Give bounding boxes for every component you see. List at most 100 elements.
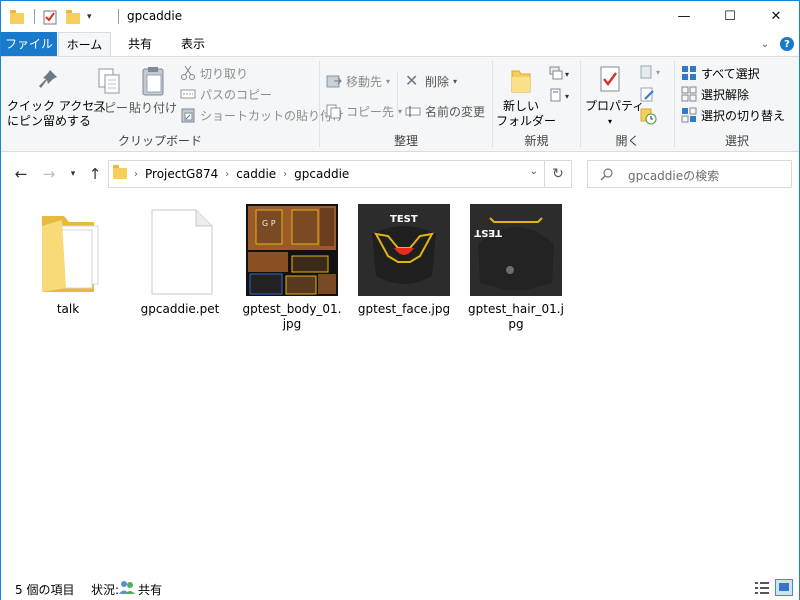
properties-dropdown-icon: ▾ <box>607 117 612 126</box>
tab-file[interactable]: ファイル <box>1 32 57 56</box>
address-bar-row: ← → ▾ ↑ › ProjectG874 › caddie › gpcaddi… <box>1 158 799 190</box>
breadcrumb-chevron-icon: › <box>283 168 288 180</box>
history-icon <box>640 108 657 125</box>
paste-shortcut-icon <box>181 108 195 123</box>
tab-share[interactable]: 共有 <box>114 32 166 56</box>
address-dropdown-icon[interactable]: ⌄ <box>530 166 538 177</box>
history-button[interactable] <box>639 107 657 128</box>
pin-icon <box>39 70 57 88</box>
status-bar: 5 個の項目 状況: 共有 <box>1 575 799 600</box>
easy-access-icon: ▾ <box>550 88 569 102</box>
breadcrumb-item[interactable]: ProjectG874 <box>145 167 218 181</box>
window-title: gpcaddie <box>127 9 183 23</box>
rename-label: 名前の変更 <box>425 104 486 119</box>
search-input[interactable]: gpcaddieの検索 <box>587 160 792 188</box>
group-organize: 移動先 ▾ コピー先 ▾ ✕ 削除 ▾ 名前の変更 整理 <box>320 57 492 152</box>
open-button[interactable]: ▾ <box>639 63 667 84</box>
copy-path-button[interactable]: パスのコピー <box>180 84 272 104</box>
minimize-button[interactable]: — <box>661 1 707 32</box>
breadcrumb-item[interactable]: caddie <box>236 167 276 181</box>
recent-locations-button[interactable]: ▾ <box>63 164 83 184</box>
copy-to-button[interactable]: コピー先 ▾ <box>326 101 402 121</box>
group-clipboard: クイック アクセス にピン留めする コピー 貼り付け 切り取り パスのコピー シ… <box>1 57 344 152</box>
move-to-icon <box>326 75 342 88</box>
invert-selection-icon <box>681 107 697 123</box>
select-none-icon <box>681 86 697 102</box>
window-folder-icon <box>10 8 24 26</box>
file-name: gptest_face.jpg <box>357 302 451 316</box>
scissors-icon <box>181 65 195 80</box>
edit-icon <box>640 87 654 102</box>
copy-path-label: パスのコピー <box>200 87 273 102</box>
sharing-users-icon <box>119 579 135 598</box>
help-icon[interactable]: ? <box>780 37 794 51</box>
properties-icon <box>600 66 620 92</box>
new-folder-button[interactable]: 新しい フォルダー <box>496 65 556 129</box>
ribbon: クイック アクセス にピン留めする コピー 貼り付け 切り取り パスのコピー シ… <box>1 56 799 152</box>
group-open: プロパティ ▾ ▾ 開く <box>581 57 674 152</box>
sharing-status-label: 状況: <box>91 583 120 597</box>
copy-button[interactable]: コピー <box>92 67 128 116</box>
select-all-button[interactable]: すべて選択 <box>681 63 760 83</box>
file-name: gptest_hair_01.jpg <box>468 302 564 331</box>
breadcrumb-chevron-icon: › <box>225 168 230 180</box>
maximize-button[interactable]: ☐ <box>707 1 753 32</box>
qa-customize-icon[interactable]: ▾ <box>87 8 92 26</box>
back-button[interactable]: ← <box>11 164 31 184</box>
move-to-label: 移動先 <box>346 74 383 89</box>
delete-button[interactable]: ✕ 削除 ▾ <box>405 71 457 91</box>
file-item[interactable]: talk <box>17 204 119 317</box>
file-item[interactable]: TEST gptest_hair_01.jpg <box>465 204 567 332</box>
forward-arrow-icon: → <box>42 165 56 183</box>
large-icons-view-icon <box>779 583 789 591</box>
new-item-button[interactable]: ▾ <box>548 65 572 86</box>
item-count: 5 個の項目 <box>15 583 75 597</box>
cut-button[interactable]: 切り取り <box>180 63 248 83</box>
svg-text:▾: ▾ <box>565 92 569 101</box>
file-name: gptest_body_01.jpg <box>242 302 342 331</box>
ribbon-expand-icon[interactable]: ⌄ <box>758 37 772 51</box>
qa-new-folder-icon[interactable] <box>66 8 80 26</box>
select-none-button[interactable]: 選択解除 <box>681 84 749 104</box>
details-view-button[interactable] <box>753 579 771 596</box>
chevron-down-icon: ▾ <box>70 169 76 179</box>
properties-button[interactable]: プロパティ ▾ <box>585 65 644 129</box>
search-placeholder: gpcaddieの検索 <box>628 169 720 183</box>
invert-selection-button[interactable]: 選択の切り替え <box>681 105 785 125</box>
back-arrow-icon: ← <box>14 165 28 183</box>
image-thumbnail: TEST <box>470 204 562 296</box>
address-input[interactable]: › ProjectG874 › caddie › gpcaddie ⌄ <box>108 160 545 188</box>
tab-view[interactable]: 表示 <box>167 32 219 56</box>
paste-button[interactable]: 貼り付け <box>129 65 177 116</box>
edit-button[interactable] <box>639 86 657 107</box>
refresh-button[interactable]: ↻ <box>544 160 572 188</box>
delete-icon: ✕ <box>405 71 419 90</box>
explorer-window: ▾ gpcaddie — ☐ ✕ ファイル ホーム 共有 表示 ⌄ ? クイック… <box>0 0 800 600</box>
ribbon-tabs: ファイル ホーム 共有 表示 ⌄ ? <box>1 32 799 57</box>
svg-text:▾: ▾ <box>656 68 660 77</box>
file-item[interactable]: G P gptest_body_01.jpg <box>241 204 343 332</box>
large-icons-view-button[interactable] <box>775 579 793 596</box>
paste-icon <box>142 67 164 96</box>
easy-access-button[interactable]: ▾ <box>548 87 572 108</box>
pin-quick-access-button[interactable]: クイック アクセス にピン留めする <box>7 67 106 129</box>
select-all-label: すべて選択 <box>701 66 760 81</box>
svg-text:G P: G P <box>262 219 276 228</box>
paste-label: 貼り付け <box>129 101 178 115</box>
cut-label: 切り取り <box>200 66 249 81</box>
qa-properties-icon[interactable] <box>43 8 57 26</box>
close-icon: ✕ <box>770 9 782 24</box>
tab-home[interactable]: ホーム <box>58 32 111 57</box>
file-item[interactable]: TEST gptest_face.jpg <box>353 204 455 317</box>
new-group-label: 新規 <box>524 134 549 148</box>
rename-button[interactable]: 名前の変更 <box>405 101 485 121</box>
breadcrumb-item[interactable]: gpcaddie <box>294 167 349 181</box>
move-to-button[interactable]: 移動先 ▾ <box>326 71 390 91</box>
delete-label: 削除 <box>425 74 450 89</box>
delete-dropdown-icon: ▾ <box>453 76 458 86</box>
forward-button[interactable]: → <box>39 164 59 184</box>
file-item[interactable]: gpcaddie.pet <box>129 204 231 317</box>
up-button[interactable]: ↑ <box>85 164 105 184</box>
close-button[interactable]: ✕ <box>753 1 799 32</box>
minimize-icon: — <box>677 9 691 24</box>
